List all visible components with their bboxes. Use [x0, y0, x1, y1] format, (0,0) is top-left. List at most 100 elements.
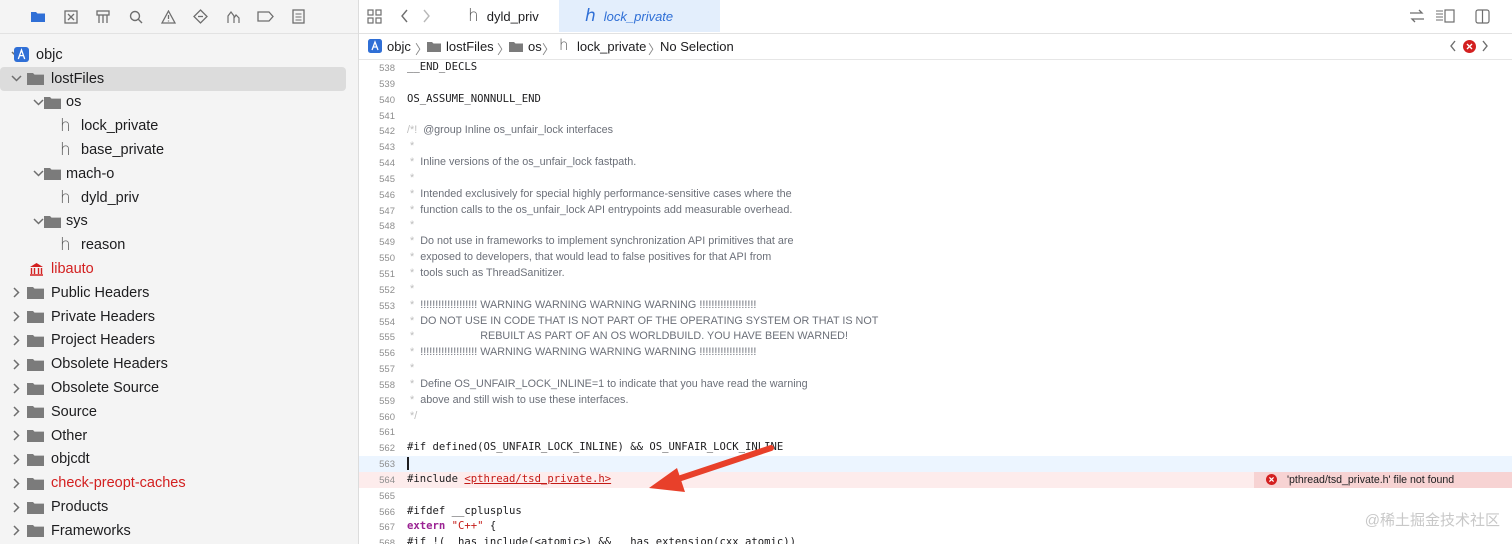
code-text: #if !(__has_include(<atomic>) && __has_e… [407, 536, 797, 544]
folder-icon [27, 453, 44, 466]
jump-item-os[interactable]: os [528, 39, 542, 54]
tree-item-obsolete-headers[interactable]: Obsolete Headers [0, 352, 358, 376]
code-text: * [407, 282, 418, 295]
tree-item-reason[interactable]: h reason [0, 233, 358, 257]
jump-bar: objc 〉 lostFiles 〉 os 〉 h lock_private 〉… [359, 34, 1512, 60]
code-line: 560 */ [359, 409, 1512, 425]
chevron-right-icon[interactable] [10, 406, 22, 418]
tree-item-frameworks[interactable]: Frameworks [0, 519, 358, 543]
report-navigator-icon[interactable] [282, 0, 315, 33]
chevron-down-icon[interactable] [32, 168, 44, 180]
line-number: 551 [379, 268, 395, 280]
tree-item-sys[interactable]: sys [0, 210, 358, 234]
tree-item-label: lock_private [81, 118, 159, 135]
jump-item-no-selection[interactable]: No Selection [660, 39, 734, 54]
jump-item-lock-private[interactable]: lock_private [577, 39, 646, 54]
chevron-right-icon[interactable] [10, 382, 22, 394]
line-number: 553 [379, 300, 395, 312]
chevron-right-icon[interactable] [10, 358, 22, 370]
red-arrow-annotation [649, 445, 774, 492]
error-icon[interactable] [1463, 40, 1476, 56]
tree-item-other[interactable]: Other [0, 424, 358, 448]
tree-item-label: base_private [81, 142, 165, 159]
code-text: * DO NOT USE IN CODE THAT IS NOT PART OF… [407, 314, 879, 327]
line-number: 554 [379, 316, 395, 328]
tree-item-source[interactable]: Source [0, 400, 358, 424]
tree-item-lock-private[interactable]: h lock_private [0, 114, 358, 138]
code-line: 538 __END_DECLS [359, 60, 1512, 76]
source-control-icon[interactable] [55, 0, 88, 33]
chevron-right-icon: 〉 [542, 42, 556, 57]
code-line: 563 [359, 456, 1512, 472]
split-editor-icon[interactable] [1475, 9, 1490, 29]
header-file-icon: h [60, 235, 71, 256]
tree-item-dyld-priv[interactable]: h dyld_priv [0, 186, 358, 210]
code-line: 542 /*! @group Inline os_unfair_lock inte… [359, 123, 1512, 139]
jump-item-objc[interactable]: objc [387, 39, 411, 54]
folder-icon [27, 310, 44, 324]
tree-item-check-preopt-caches[interactable]: check-preopt-caches [0, 471, 358, 495]
code-text [407, 457, 409, 471]
tree-item-os[interactable]: os [0, 91, 358, 115]
chevron-down-icon[interactable] [10, 73, 22, 85]
warning-icon[interactable] [152, 0, 185, 33]
tab-lock-private[interactable]: h lock_private [559, 0, 720, 32]
chevron-right-icon[interactable] [10, 453, 22, 465]
code-line: 549 * Do not use in frameworks to implem… [359, 234, 1512, 250]
chevron-right-icon[interactable] [10, 525, 22, 537]
line-number: 538 [379, 63, 395, 74]
line-number: 552 [379, 284, 395, 296]
jump-item-lostfiles[interactable]: lostFiles [446, 39, 494, 54]
tree-item-objcdt[interactable]: objcdt [0, 448, 358, 472]
line-number: 564 [379, 474, 395, 486]
folder-icon[interactable] [22, 0, 55, 33]
code-line: 552 * [359, 282, 1512, 298]
chevron-down-icon[interactable] [32, 96, 44, 108]
previous-issue-icon[interactable] [1449, 40, 1457, 55]
tab-label: lock_private [603, 8, 674, 24]
chevron-right-icon[interactable] [10, 287, 22, 299]
next-issue-icon[interactable] [1481, 40, 1489, 55]
code-text: * REBUILT AS PART OF AN OS WORLDBUILD. Y… [407, 330, 848, 343]
error-message[interactable]: 'pthread/tsd_private.h' file not found [1254, 471, 1512, 488]
tree-item-objc[interactable]: objc [0, 43, 358, 67]
tree-item-base-private[interactable]: h base_private [0, 138, 358, 162]
code-text: * [407, 219, 418, 232]
tab-dyld-priv[interactable]: h dyld_priv [450, 0, 577, 32]
tree-item-products[interactable]: Products [0, 495, 358, 519]
chevron-right-icon[interactable] [10, 430, 22, 442]
symbol-navigator-icon[interactable] [87, 0, 120, 33]
search-icon[interactable] [120, 0, 153, 33]
chevron-right-icon[interactable] [10, 311, 22, 323]
tree-item-mach-o[interactable]: mach-o [0, 162, 358, 186]
debug-navigator-icon[interactable] [217, 0, 250, 33]
chevron-right-icon[interactable] [10, 334, 22, 346]
tree-item-project-headers[interactable]: Project Headers [0, 329, 358, 353]
folder-icon [44, 96, 61, 109]
code-text: * !!!!!!!!!!!!!!!!!!! WARNING WARNING WA… [407, 346, 757, 359]
tree-item-obsolete-source[interactable]: Obsolete Source [0, 376, 358, 400]
tree-item-libauto[interactable]: libauto [0, 257, 358, 281]
chevron-right-icon[interactable] [10, 477, 22, 489]
tree-item-lostfiles[interactable]: lostFiles [0, 66, 346, 91]
line-number: 549 [379, 237, 395, 249]
code-text: * tools such as ThreadSanitizer. [407, 266, 565, 279]
chevron-down-icon[interactable] [32, 215, 44, 227]
navigator-toolbar [0, 0, 358, 34]
code-line: 565 [359, 488, 1512, 504]
test-navigator-icon[interactable] [185, 0, 218, 33]
line-number: 540 [379, 94, 395, 106]
line-number: 544 [379, 158, 395, 170]
code-text: * Inline versions of the os_unfair_lock … [407, 156, 637, 169]
folder-icon [27, 405, 44, 419]
grid-icon[interactable] [367, 9, 382, 29]
breakpoint-navigator-icon[interactable] [250, 0, 283, 33]
related-items-icon[interactable] [1409, 9, 1425, 28]
tree-item-public-headers[interactable]: Public Headers [0, 281, 358, 305]
editor-options-icon[interactable] [1435, 9, 1455, 28]
chevron-right-icon[interactable] [10, 501, 22, 513]
forward-chevron-icon[interactable] [422, 9, 431, 28]
back-chevron-icon[interactable] [400, 9, 409, 28]
code-area[interactable]: 538 __END_DECLS 539 540 OS_ASSUME_NONNULL_EN… [359, 60, 1512, 544]
tree-item-private-headers[interactable]: Private Headers [0, 305, 358, 329]
